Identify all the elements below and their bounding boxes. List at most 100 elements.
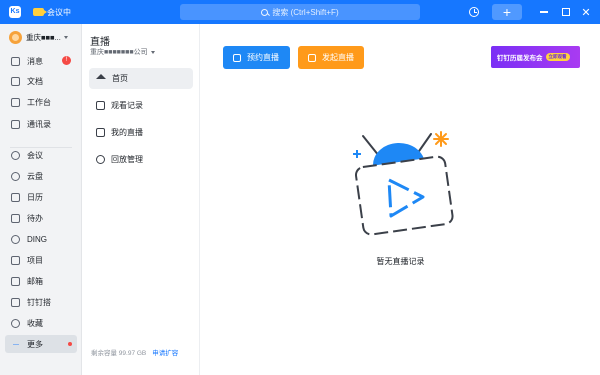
maximize-button[interactable] bbox=[558, 4, 574, 20]
watch-now-pill: 立即观看 bbox=[545, 53, 570, 61]
lightning-icon bbox=[11, 234, 20, 244]
nav-item-label: 文档 bbox=[27, 76, 43, 86]
phone-icon bbox=[11, 150, 20, 160]
nav-item-calendar[interactable]: 日历 bbox=[5, 188, 77, 206]
nav-item-cloud-drive[interactable]: 云盘 bbox=[5, 167, 77, 185]
nav-item-mail[interactable]: 邮箱 bbox=[5, 272, 77, 290]
video-icon bbox=[308, 53, 316, 62]
search-icon bbox=[261, 8, 269, 16]
checkbox-icon bbox=[11, 213, 20, 223]
nav-item-meeting[interactable]: 会议 bbox=[5, 146, 77, 164]
title-bar: Ks 会议中 搜索 (Ctrl+Shift+F) + ✕ bbox=[0, 0, 600, 24]
nav-item-contacts[interactable]: 通讯录 bbox=[5, 115, 77, 133]
nav-item-label: DING bbox=[27, 234, 47, 244]
subnav-item-my-live[interactable]: 我的直播 bbox=[89, 122, 193, 143]
grid-icon bbox=[11, 97, 20, 107]
nav-item-label: 待办 bbox=[27, 213, 43, 223]
playlist-icon bbox=[96, 101, 105, 110]
nav-item-todo[interactable]: 待办 bbox=[5, 209, 77, 227]
dingtalk-logo-icon: Ks bbox=[9, 6, 21, 18]
tv-icon bbox=[96, 128, 105, 137]
subnav-item-replay-management[interactable]: 回放管理 bbox=[89, 149, 193, 170]
antenna-left bbox=[362, 135, 380, 157]
chevron-down-icon bbox=[150, 50, 155, 54]
nav-item-more[interactable]: ··· 更多 bbox=[5, 335, 77, 353]
org-selector[interactable]: 重庆■■■■■■■公司 bbox=[90, 47, 155, 57]
promo-banner-text: 钉钉历届发布会 bbox=[497, 55, 543, 62]
document-icon bbox=[11, 76, 20, 86]
nav-item-dingda[interactable]: 钉钉搭 bbox=[5, 293, 77, 311]
storage-info: 剩余容量 99.97 GB 申请扩容 bbox=[91, 347, 178, 357]
org-selector-label: 重庆■■■■■■■公司 bbox=[90, 49, 148, 56]
subnav-item-label: 我的直播 bbox=[111, 128, 143, 137]
empty-state-illustration bbox=[353, 131, 454, 236]
nav-item-label: 云盘 bbox=[27, 171, 43, 181]
nav-item-workbench[interactable]: 工作台 bbox=[5, 93, 77, 111]
message-icon bbox=[11, 56, 20, 66]
favorite-icon bbox=[11, 318, 20, 328]
home-icon bbox=[96, 74, 106, 79]
notification-dot bbox=[68, 342, 72, 346]
meeting-indicator[interactable]: 会议中 bbox=[33, 5, 71, 19]
clock-icon bbox=[469, 7, 479, 17]
mail-icon bbox=[11, 276, 20, 286]
book-live-button[interactable]: 预约直播 bbox=[223, 46, 290, 69]
nav-item-label: 钉钉搭 bbox=[27, 297, 51, 307]
history-button[interactable] bbox=[466, 4, 482, 20]
nav-item-label: 项目 bbox=[27, 255, 43, 265]
calendar-icon bbox=[11, 192, 20, 202]
expand-storage-link[interactable]: 申请扩容 bbox=[152, 347, 178, 357]
subnav-item-watch-history[interactable]: 观看记录 bbox=[89, 95, 193, 116]
live-subpanel: 直播 重庆■■■■■■■公司 首页 观看记录 我的直播 回放管理 剩余容量 99… bbox=[83, 24, 200, 375]
left-nav: 重庆■■■... 消息 ! 文档 工作台 通讯录 会议 云盘 日历 待办 DIN… bbox=[0, 24, 82, 375]
nav-item-projects[interactable]: 项目 bbox=[5, 251, 77, 269]
nav-item-messages[interactable]: 消息 ! bbox=[5, 52, 77, 70]
nav-item-ding[interactable]: DING bbox=[5, 230, 77, 248]
nav-item-label: 通讯录 bbox=[27, 119, 51, 129]
add-button[interactable]: + bbox=[492, 4, 522, 20]
app-builder-icon bbox=[11, 297, 20, 307]
project-icon bbox=[11, 255, 20, 265]
start-live-label: 发起直播 bbox=[322, 53, 354, 62]
search-placeholder: 搜索 (Ctrl+Shift+F) bbox=[272, 7, 339, 17]
nav-item-label: 更多 bbox=[27, 339, 43, 349]
book-live-label: 预约直播 bbox=[247, 53, 279, 62]
more-icon: ··· bbox=[12, 338, 20, 349]
nav-item-docs[interactable]: 文档 bbox=[5, 72, 77, 90]
nav-item-label: 日历 bbox=[27, 192, 43, 202]
nav-item-label: 消息 bbox=[27, 56, 43, 66]
org-name: 重庆■■■... bbox=[26, 33, 61, 42]
close-button[interactable]: ✕ bbox=[578, 4, 594, 20]
empty-state-text: 暂无直播记录 bbox=[376, 257, 425, 266]
avatar bbox=[9, 31, 22, 44]
camera-icon bbox=[33, 8, 47, 16]
minimize-button[interactable] bbox=[536, 4, 552, 20]
subnav-item-label: 观看记录 bbox=[111, 101, 143, 110]
star-sparkle-icon bbox=[433, 131, 449, 147]
nav-item-label: 邮箱 bbox=[27, 276, 43, 286]
search-input[interactable]: 搜索 (Ctrl+Shift+F) bbox=[180, 4, 420, 20]
page-title: 直播 bbox=[90, 37, 110, 48]
subnav-item-home[interactable]: 首页 bbox=[89, 68, 193, 89]
nav-item-favorites[interactable]: 收藏 bbox=[5, 314, 77, 332]
start-live-button[interactable]: 发起直播 bbox=[298, 46, 364, 69]
chevron-down-icon bbox=[63, 36, 68, 39]
nav-item-label: 会议 bbox=[27, 150, 43, 160]
calendar-icon bbox=[233, 53, 241, 62]
meeting-indicator-label: 会议中 bbox=[47, 7, 71, 17]
org-switcher[interactable]: 重庆■■■... bbox=[9, 31, 68, 44]
screen-frame bbox=[354, 155, 454, 236]
minimize-icon bbox=[540, 11, 548, 13]
cloud-icon bbox=[11, 171, 20, 181]
nav-item-label: 收藏 bbox=[27, 318, 43, 328]
plus-sparkle-icon bbox=[353, 150, 361, 158]
main-content: 预约直播 发起直播 钉钉历届发布会 立即观看 暂无直播记录 bbox=[201, 24, 600, 375]
maximize-icon bbox=[562, 8, 570, 16]
contacts-icon bbox=[11, 119, 20, 129]
unread-badge: ! bbox=[62, 56, 71, 65]
promo-banner[interactable]: 钉钉历届发布会 立即观看 bbox=[491, 46, 580, 68]
storage-remaining: 剩余容量 99.97 GB bbox=[91, 350, 147, 357]
replay-icon bbox=[96, 155, 105, 164]
subnav-item-label: 首页 bbox=[112, 74, 128, 83]
antenna-right bbox=[416, 133, 432, 155]
